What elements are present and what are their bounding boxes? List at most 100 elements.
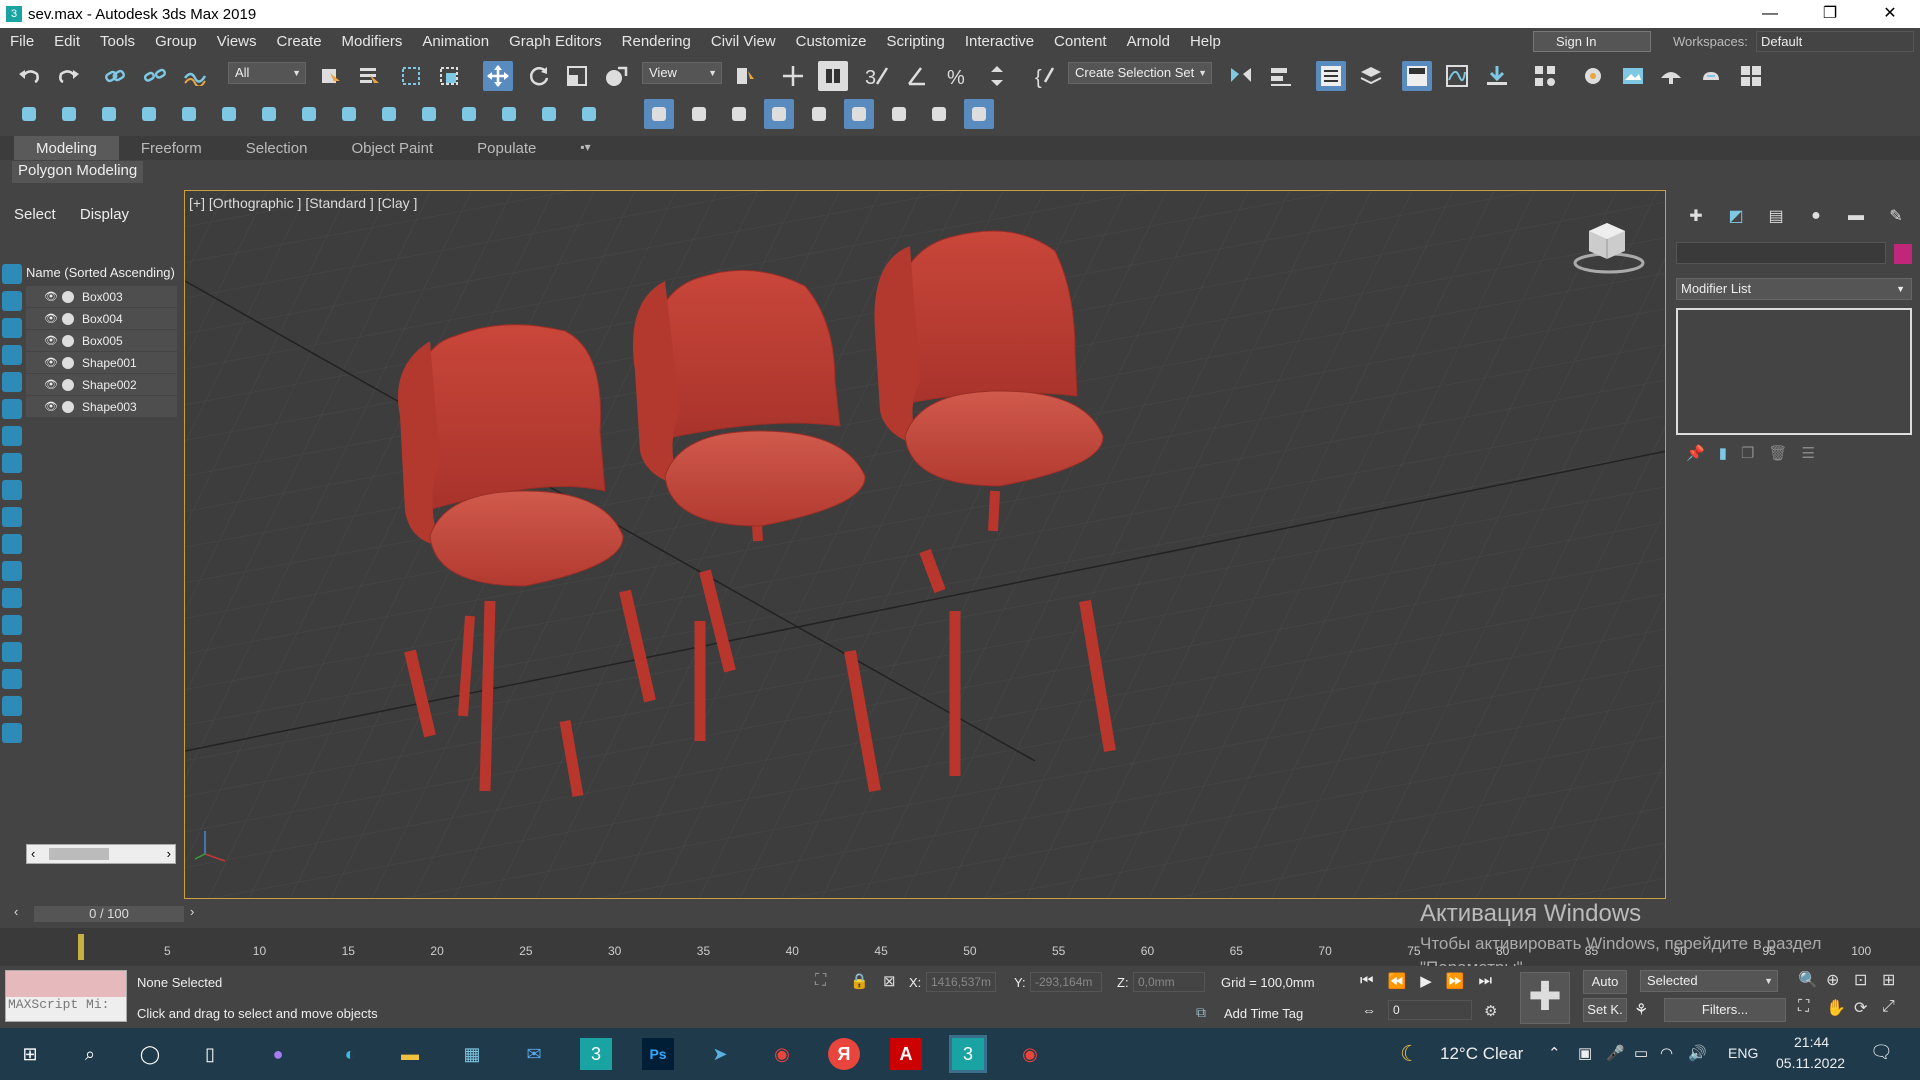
time-cursor[interactable] bbox=[78, 934, 84, 960]
add-time-tag[interactable]: Add Time Tag bbox=[1224, 1006, 1303, 1021]
dash-magnet-icon[interactable] bbox=[804, 99, 834, 129]
wifi-icon[interactable]: ◠ bbox=[1660, 1044, 1673, 1062]
freeze-icon[interactable] bbox=[62, 290, 74, 303]
schematic-view-icon[interactable] bbox=[1482, 61, 1512, 91]
remove-modifier-icon[interactable]: 🗑 bbox=[1768, 444, 1787, 462]
filter-groups-icon[interactable] bbox=[2, 426, 22, 446]
freeze-icon[interactable] bbox=[62, 378, 74, 391]
column-header-name[interactable]: Name (Sorted Ascending) bbox=[26, 265, 175, 280]
selection-filter-dropdown[interactable]: All bbox=[228, 62, 306, 84]
volume-icon[interactable]: 🔊 bbox=[1688, 1044, 1707, 1062]
chrome-profile-icon[interactable]: ◉ bbox=[1014, 1038, 1046, 1070]
toggle-ribbon-icon[interactable] bbox=[1402, 61, 1432, 91]
filter-invert-icon[interactable] bbox=[2, 642, 22, 662]
spinner-snap-icon[interactable] bbox=[982, 61, 1012, 91]
dash-tool-icon[interactable] bbox=[764, 99, 794, 129]
create-tab-icon[interactable]: ✚ bbox=[1676, 204, 1716, 228]
object-row[interactable]: 👁 Box003 bbox=[26, 286, 177, 308]
clock-date[interactable]: 05.11.2022 bbox=[1776, 1055, 1845, 1071]
explorer-horizontal-scrollbar[interactable]: ‹ › bbox=[26, 844, 176, 864]
reference-coordinate-dropdown[interactable]: View bbox=[642, 62, 722, 84]
mirror-icon[interactable] bbox=[1226, 61, 1256, 91]
visibility-eye-icon[interactable]: 👁 bbox=[44, 400, 62, 413]
menu-customize[interactable]: Customize bbox=[786, 33, 877, 50]
autocad-icon[interactable]: A bbox=[890, 1038, 922, 1070]
menu-scripting[interactable]: Scripting bbox=[876, 33, 954, 50]
play-icon[interactable]: ▶ bbox=[1420, 972, 1432, 990]
edge-icon[interactable]: ◐ bbox=[334, 1038, 366, 1070]
filter-all-icon[interactable] bbox=[2, 588, 22, 608]
ribbon-tab-object-paint[interactable]: Object Paint bbox=[329, 136, 455, 160]
filter-hidden-icon[interactable] bbox=[2, 561, 22, 581]
visibility-eye-icon[interactable]: 👁 bbox=[44, 312, 62, 325]
frame-icon[interactable] bbox=[374, 99, 404, 129]
select-by-name-icon[interactable] bbox=[354, 61, 384, 91]
z-coordinate-field[interactable]: 0,0mm bbox=[1133, 972, 1205, 992]
pan-view-icon[interactable]: ✋ bbox=[1826, 998, 1854, 1018]
grid-snap-icon[interactable] bbox=[644, 99, 674, 129]
curve-editor-icon[interactable] bbox=[1442, 61, 1472, 91]
language-indicator[interactable]: ENG bbox=[1728, 1045, 1758, 1061]
sun-icon[interactable] bbox=[54, 99, 84, 129]
menu-graph-editors[interactable]: Graph Editors bbox=[499, 33, 612, 50]
modify-tab-icon[interactable]: ◩ bbox=[1716, 204, 1756, 228]
render-production-icon[interactable] bbox=[1656, 61, 1686, 91]
3ds-max-taskbar-icon[interactable]: 3 bbox=[580, 1038, 612, 1070]
filter-shapes-icon[interactable] bbox=[2, 291, 22, 311]
menu-group[interactable]: Group bbox=[145, 33, 207, 50]
modifier-stack[interactable] bbox=[1676, 308, 1912, 435]
select-tab[interactable]: Select bbox=[14, 206, 56, 223]
window-icon[interactable] bbox=[414, 99, 444, 129]
redo-icon[interactable] bbox=[54, 61, 84, 91]
show-hidden-icons-icon[interactable]: ⌃ bbox=[1548, 1044, 1561, 1062]
polygon-modeling-tab[interactable]: Polygon Modeling bbox=[12, 161, 144, 183]
utilities-tab-icon[interactable]: ✎ bbox=[1876, 204, 1916, 228]
ribbon-tab-selection[interactable]: Selection bbox=[224, 136, 330, 160]
rectangular-selection-icon[interactable] bbox=[396, 61, 426, 91]
object-row[interactable]: 👁 Box005 bbox=[26, 330, 177, 352]
key-filter-dropdown[interactable]: Selected bbox=[1640, 970, 1778, 992]
angle-tool-icon[interactable] bbox=[684, 99, 714, 129]
filter-containers-icon[interactable] bbox=[2, 507, 22, 527]
cortana-icon[interactable]: ◯ bbox=[134, 1038, 166, 1070]
render-in-cloud-icon[interactable] bbox=[1696, 61, 1726, 91]
set-key-button[interactable]: Set K. bbox=[1583, 998, 1627, 1022]
object-row[interactable]: 👁 Shape001 bbox=[26, 352, 177, 374]
telegram-icon[interactable]: ➤ bbox=[704, 1038, 736, 1070]
key-tangent-icon[interactable]: ⚘ bbox=[1634, 1000, 1648, 1020]
freeze-icon[interactable] bbox=[62, 356, 74, 369]
select-manipulate-icon[interactable] bbox=[778, 61, 808, 91]
filter-geometry-icon[interactable] bbox=[2, 264, 22, 284]
ribbon-options-icon[interactable]: ▪▾ bbox=[558, 136, 612, 160]
edit-named-selection-icon[interactable]: { bbox=[1030, 61, 1060, 91]
scroll-thumb[interactable] bbox=[49, 848, 109, 860]
square-icon[interactable] bbox=[494, 99, 524, 129]
minimize-button[interactable]: — bbox=[1740, 0, 1800, 28]
tag-icon[interactable] bbox=[254, 99, 284, 129]
weather-moon-icon[interactable]: ☾ bbox=[1400, 1041, 1420, 1067]
xform-icon[interactable] bbox=[964, 99, 994, 129]
named-selection-set-dropdown[interactable]: Create Selection Set bbox=[1068, 62, 1212, 84]
menu-civil-view[interactable]: Civil View bbox=[701, 33, 786, 50]
select-and-move-icon[interactable] bbox=[483, 61, 513, 91]
close-button[interactable]: ✕ bbox=[1860, 0, 1920, 28]
auto-key-button[interactable]: Auto bbox=[1583, 970, 1627, 994]
visibility-eye-icon[interactable]: 👁 bbox=[44, 378, 62, 391]
pin-stack-icon[interactable]: 📌 bbox=[1686, 444, 1705, 462]
absolute-mode-icon[interactable]: ⊠ bbox=[883, 972, 896, 990]
filter-bones-icon[interactable] bbox=[2, 480, 22, 500]
a360-gallery-icon[interactable] bbox=[1736, 61, 1766, 91]
time-tag-icon[interactable]: ⧉ bbox=[1196, 1004, 1206, 1021]
material-editor-icon[interactable] bbox=[1530, 61, 1560, 91]
time-configuration-icon[interactable]: ⚙ bbox=[1484, 1002, 1497, 1020]
maxscript-listener[interactable]: MAXScript Mi: bbox=[5, 970, 127, 1022]
file-explorer-icon[interactable]: ▬ bbox=[394, 1038, 426, 1070]
teapot-icon[interactable] bbox=[294, 99, 324, 129]
object-row[interactable]: 👁 Shape003 bbox=[26, 396, 177, 418]
isolate-selection-icon[interactable]: ⛶ bbox=[815, 972, 826, 990]
toggle-scene-explorer-icon[interactable] bbox=[1316, 61, 1346, 91]
clock-time[interactable]: 21:44 bbox=[1794, 1034, 1829, 1050]
rendered-frame-window-icon[interactable] bbox=[1618, 61, 1648, 91]
ribbon-tab-freeform[interactable]: Freeform bbox=[119, 136, 224, 160]
display-tab-icon[interactable]: ▬ bbox=[1836, 204, 1876, 228]
